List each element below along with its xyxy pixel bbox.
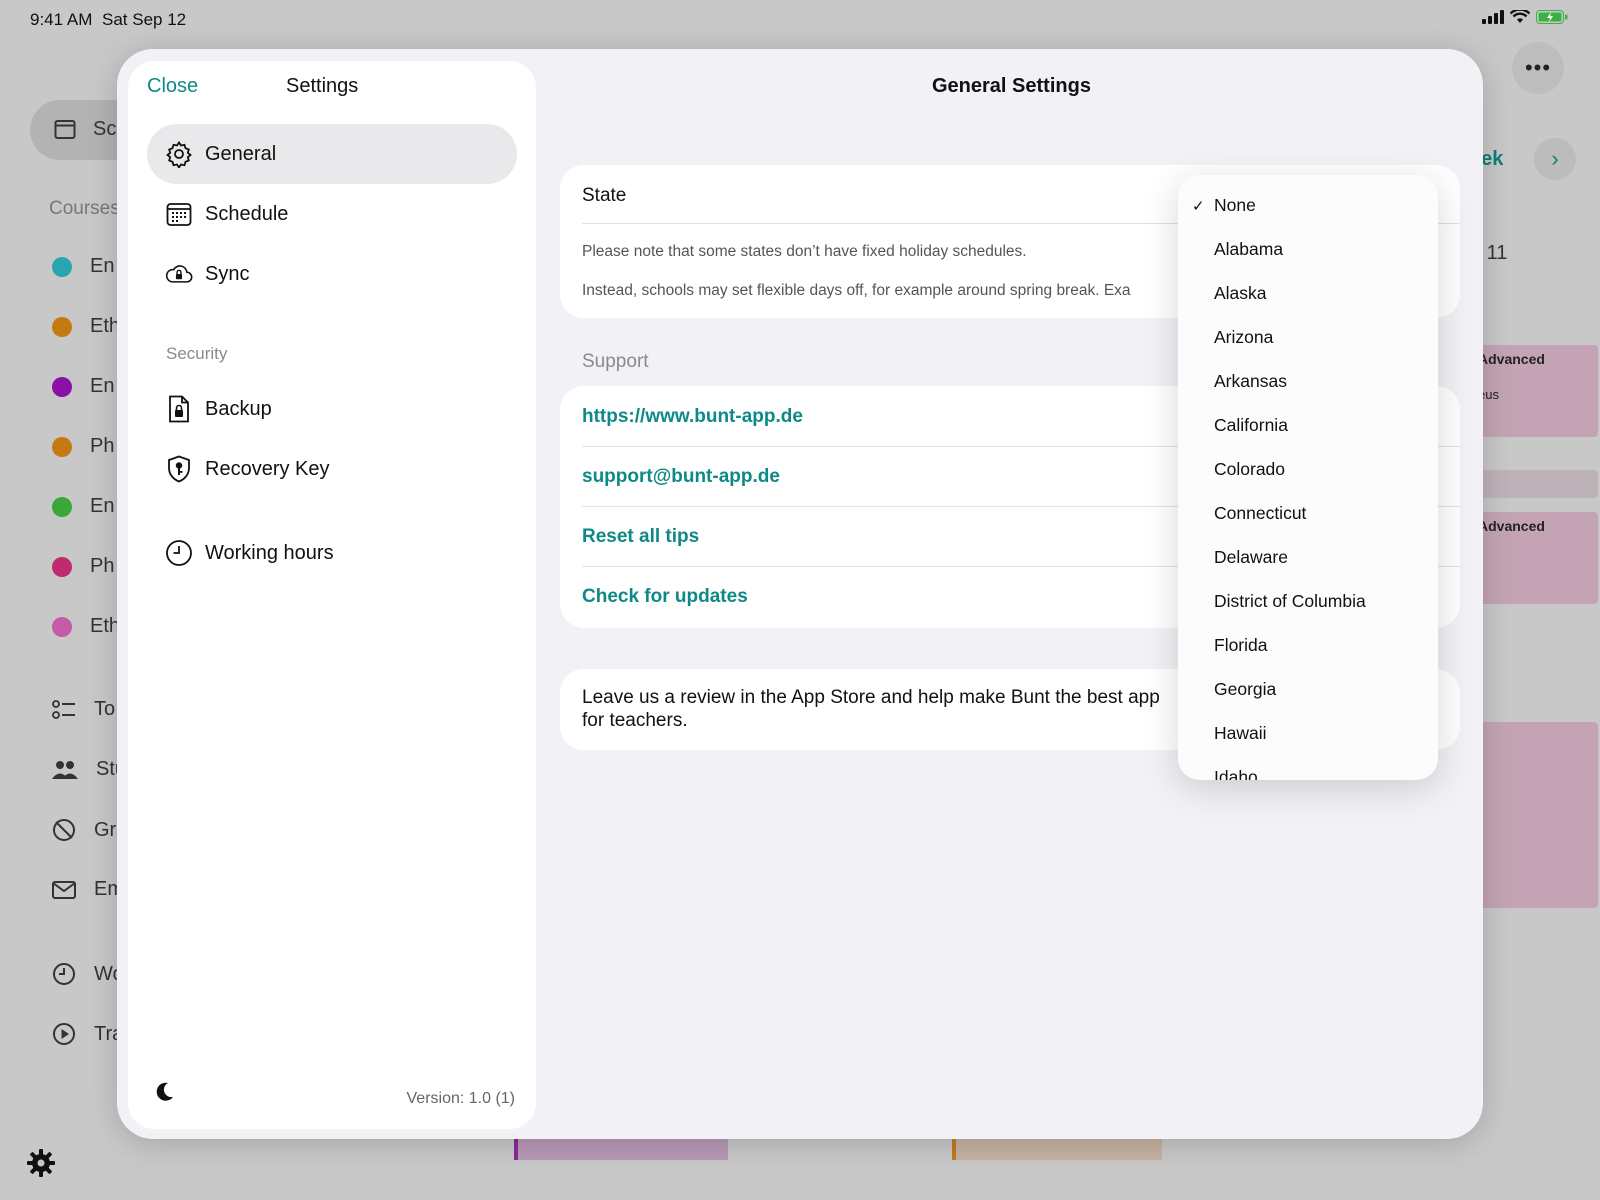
more-options-icon: ••• bbox=[1512, 42, 1564, 94]
dark-mode-moon-icon[interactable] bbox=[152, 1080, 176, 1104]
bg-course-item: Eth bbox=[52, 315, 120, 338]
cloud-lock-icon bbox=[165, 260, 193, 288]
bg-course-label: Eth bbox=[90, 615, 121, 637]
clock-icon bbox=[165, 539, 193, 567]
clock-icon bbox=[53, 963, 75, 985]
sidebar-item-label: Sync bbox=[205, 262, 250, 285]
bg-gear-icon bbox=[26, 1148, 56, 1186]
dropdown-option[interactable]: District of Columbia bbox=[1214, 591, 1366, 612]
course-color-dot bbox=[52, 256, 72, 277]
close-button[interactable]: Close bbox=[147, 75, 198, 98]
sidebar-item-recovery-key[interactable]: Recovery Key bbox=[147, 439, 517, 499]
state-dropdown-menu[interactable]: ✓ None Alabama Alaska Arizona Arkansas C… bbox=[1178, 175, 1438, 780]
gear-icon bbox=[165, 140, 193, 168]
bg-course-item: En bbox=[52, 495, 114, 518]
website-link[interactable]: https://www.bunt-app.de bbox=[582, 406, 803, 428]
checklist-icon bbox=[52, 699, 75, 719]
bg-course-label: Ph bbox=[90, 555, 115, 577]
dropdown-option[interactable]: Georgia bbox=[1214, 679, 1276, 700]
sidebar-item-label: Working hours bbox=[205, 541, 334, 564]
bg-schedule-bar bbox=[952, 1138, 1162, 1160]
sidebar-item-working-hours[interactable]: Working hours bbox=[147, 523, 517, 583]
bg-course-item: En bbox=[52, 255, 114, 278]
sidebar-item-label: Backup bbox=[205, 397, 272, 420]
support-email-link[interactable]: support@bunt-app.de bbox=[582, 466, 780, 488]
bg-course-item: Ph bbox=[52, 555, 114, 578]
dropdown-option[interactable]: Florida bbox=[1214, 635, 1268, 656]
bg-nav-item: To bbox=[52, 698, 115, 721]
bg-course-item: Ph bbox=[52, 435, 114, 458]
course-color-dot bbox=[52, 376, 72, 397]
document-lock-icon bbox=[165, 395, 193, 423]
dropdown-option[interactable]: Idaho bbox=[1214, 767, 1258, 780]
dropdown-option[interactable]: Alabama bbox=[1214, 239, 1283, 260]
bg-schedule-block bbox=[1470, 722, 1598, 908]
support-section-header: Support bbox=[582, 351, 649, 372]
security-section-header: Security bbox=[166, 344, 228, 363]
bg-schedule-bar bbox=[514, 1138, 728, 1160]
bg-schedule-block: Advanced bbox=[1470, 512, 1598, 604]
reset-tips-button[interactable]: Reset all tips bbox=[582, 526, 699, 548]
bg-course-label: En bbox=[90, 255, 115, 277]
bg-course-label: En bbox=[90, 375, 115, 397]
shield-key-icon bbox=[165, 455, 193, 483]
state-note: Instead, schools may set flexible days o… bbox=[582, 282, 1131, 299]
course-color-dot bbox=[52, 316, 72, 337]
bg-nav-label: To bbox=[94, 698, 116, 720]
bg-courses-header: Courses bbox=[49, 198, 120, 219]
dropdown-option-none[interactable]: None bbox=[1214, 195, 1256, 216]
bg-course-label: Eth bbox=[90, 315, 121, 337]
dropdown-option[interactable]: Hawaii bbox=[1214, 723, 1267, 744]
sidebar-item-label: General bbox=[205, 142, 277, 165]
bg-schedule-block bbox=[1470, 470, 1598, 498]
settings-title: Settings bbox=[286, 75, 359, 97]
bg-chevron-right-icon: › bbox=[1534, 138, 1576, 180]
bg-block-sub: eus bbox=[1478, 387, 1499, 402]
sidebar-item-label: Schedule bbox=[205, 202, 289, 225]
calendar-icon bbox=[165, 200, 193, 228]
bg-calendar-icon bbox=[54, 118, 76, 145]
dropdown-option[interactable]: California bbox=[1214, 415, 1288, 436]
people-icon bbox=[52, 760, 78, 779]
bg-nav-item: Stu bbox=[52, 758, 126, 781]
dropdown-option[interactable]: Colorado bbox=[1214, 459, 1285, 480]
course-color-dot bbox=[52, 436, 72, 457]
dropdown-option[interactable]: Alaska bbox=[1214, 283, 1267, 304]
bg-nav-item: Em bbox=[52, 878, 124, 901]
dropdown-option[interactable]: Delaware bbox=[1214, 547, 1288, 568]
bg-block-label: Advanced bbox=[1478, 518, 1545, 534]
play-circle-icon bbox=[53, 1023, 75, 1045]
state-picker-label[interactable]: State bbox=[582, 185, 626, 207]
dropdown-option[interactable]: Arkansas bbox=[1214, 371, 1287, 392]
grades-icon bbox=[53, 819, 75, 841]
state-note: Please note that some states don’t have … bbox=[582, 243, 1027, 260]
version-label: Version: 1.0 (1) bbox=[406, 1090, 516, 1107]
bg-course-label: Ph bbox=[90, 435, 115, 457]
sidebar-item-sync[interactable]: Sync bbox=[147, 244, 517, 304]
sidebar-item-general[interactable]: General bbox=[147, 124, 517, 184]
bg-block-label: Advanced bbox=[1478, 351, 1545, 367]
sidebar-item-label: Recovery Key bbox=[205, 457, 330, 480]
checkmark-icon: ✓ bbox=[1192, 198, 1205, 215]
bg-sidebar-selected-label: Sc bbox=[93, 118, 117, 140]
sidebar-item-backup[interactable]: Backup bbox=[147, 379, 517, 439]
sidebar-item-schedule[interactable]: Schedule bbox=[147, 184, 517, 244]
bg-nav-item: Tra bbox=[52, 1022, 123, 1046]
bg-nav-item: Wo bbox=[52, 962, 124, 986]
dropdown-option[interactable]: Arizona bbox=[1214, 327, 1273, 348]
bg-course-item: En bbox=[52, 375, 114, 398]
course-color-dot bbox=[52, 616, 72, 637]
page-title: General Settings bbox=[932, 75, 1091, 97]
bg-course-label: En bbox=[90, 495, 115, 517]
review-prompt: Leave us a review in the App Store and h… bbox=[582, 687, 1160, 731]
check-updates-button[interactable]: Check for updates bbox=[582, 586, 748, 608]
course-color-dot bbox=[52, 556, 72, 577]
course-color-dot bbox=[52, 496, 72, 517]
bg-schedule-block: Advanced eus bbox=[1470, 345, 1598, 437]
bg-course-item: Eth bbox=[52, 615, 120, 638]
envelope-icon bbox=[52, 880, 76, 899]
dropdown-option[interactable]: Connecticut bbox=[1214, 503, 1306, 524]
